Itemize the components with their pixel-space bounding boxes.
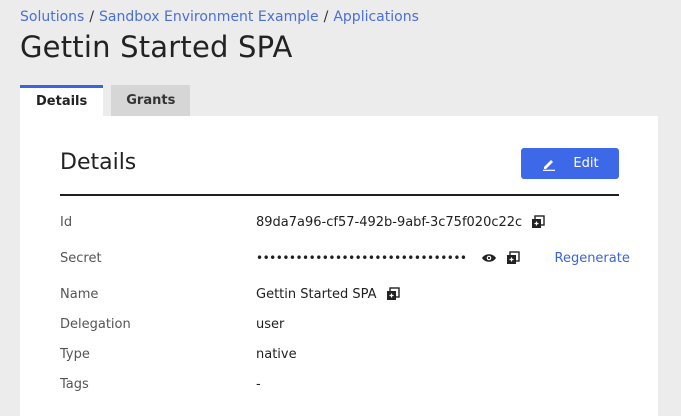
breadcrumb-separator: / — [323, 9, 329, 25]
field-delegation: Delegation user — [60, 314, 620, 334]
tab-bar: Details Grants — [20, 85, 191, 116]
breadcrumb: Solutions / Sandbox Environment Example / Ap… — [20, 9, 419, 25]
breadcrumb-solutions[interactable]: Solutions — [20, 9, 84, 25]
field-type: Type native — [60, 344, 620, 364]
breadcrumb-sandbox-environment[interactable]: Sandbox Environment Example — [99, 9, 319, 25]
field-value-tags: - — [256, 376, 261, 392]
field-tags: Tags - — [60, 374, 620, 394]
tab-details[interactable]: Details — [20, 85, 104, 116]
tab-grants[interactable]: Grants — [111, 85, 191, 116]
field-label-type: Type — [60, 346, 90, 362]
field-secret: Secret •••••••••••••••••••••••••••••••• … — [60, 248, 630, 268]
section-title: Details — [60, 150, 137, 175]
section-divider — [60, 194, 619, 196]
field-value-name: Gettin Started SPA — [256, 286, 377, 302]
field-label-tags: Tags — [60, 376, 89, 392]
field-value-id: 89da7a96-cf57-492b-9abf-3c75f020c22c — [256, 214, 523, 230]
field-value-secret: •••••••••••••••••••••••••••••••• — [256, 251, 467, 265]
field-value-delegation: user — [256, 316, 285, 332]
field-value-type: native — [256, 346, 297, 362]
breadcrumb-separator: / — [89, 9, 95, 25]
breadcrumb-applications[interactable]: Applications — [333, 9, 419, 25]
pencil-icon — [541, 156, 557, 172]
field-label-id: Id — [60, 214, 73, 230]
field-name: Name Gettin Started SPA — [60, 284, 620, 304]
copy-icon[interactable] — [505, 250, 521, 266]
regenerate-link[interactable]: Regenerate — [555, 251, 630, 266]
field-label-secret: Secret — [60, 250, 102, 266]
field-id: Id 89da7a96-cf57-492b-9abf-3c75f020c22c — [60, 212, 620, 232]
copy-icon[interactable] — [530, 214, 546, 230]
eye-icon[interactable] — [481, 250, 497, 266]
edit-button-label: Edit — [573, 156, 599, 171]
copy-icon[interactable] — [385, 286, 401, 302]
page-title: Gettin Started SPA — [20, 30, 293, 64]
field-label-name: Name — [60, 286, 99, 302]
edit-button[interactable]: Edit — [521, 148, 619, 179]
details-panel: Details Edit Id 89da7a96-cf57-492b-9abf-… — [20, 116, 658, 416]
field-label-delegation: Delegation — [60, 316, 131, 332]
